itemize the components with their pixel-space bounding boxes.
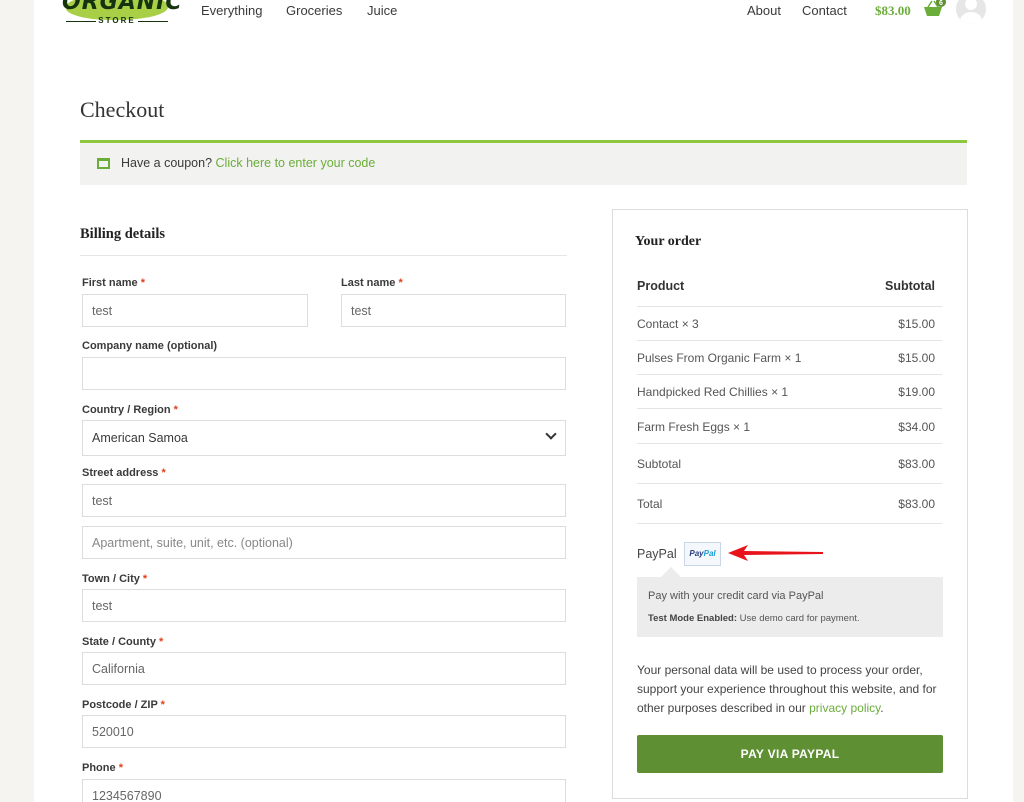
store-logo[interactable]: ORGANIC STORE [62,0,183,32]
order-divider [637,340,942,341]
chevron-down-icon [545,428,557,440]
order-item-amount: $15.00 [898,317,935,331]
cart-total[interactable]: $83.00 [875,3,911,19]
country-select[interactable]: American Samoa [82,420,566,456]
user-avatar[interactable] [956,0,986,24]
order-item-amount: $15.00 [898,351,935,365]
paypal-logo-icon: PayPal [684,542,721,566]
nav-everything[interactable]: Everything [201,3,262,18]
last-name-label: Last name * [341,277,403,289]
coupon-prompt: Have a coupon? [121,156,213,170]
order-divider [637,443,942,444]
order-divider [637,523,942,524]
state-label: State / County * [82,636,164,648]
company-label: Company name (optional) [82,340,218,352]
paypal-method-label[interactable]: PayPal [637,547,677,561]
last-name-field[interactable]: test [341,294,566,327]
payment-description: Pay with your credit card via PayPal [648,590,824,602]
state-field[interactable]: California [82,652,566,685]
coupon-text: Have a coupon? Click here to enter your … [121,156,375,170]
order-divider [637,483,942,484]
col-product-header: Product [637,279,685,293]
nav-contact[interactable]: Contact [802,3,847,18]
page-title: Checkout [80,97,165,122]
pay-via-paypal-button[interactable]: PAY VIA PAYPAL [637,735,943,773]
privacy-policy-link[interactable]: privacy policy [809,701,880,715]
subtotal-label: Subtotal [637,457,682,471]
coupon-notice: Have a coupon? Click here to enter your … [80,140,967,185]
logo-text: ORGANIC [62,0,183,15]
apartment-field[interactable]: Apartment, suite, unit, etc. (optional) [82,526,566,559]
order-divider [637,408,942,409]
calendar-icon [97,158,110,169]
nav-groceries[interactable]: Groceries [286,3,342,18]
order-divider [637,306,942,307]
order-divider [637,374,942,375]
red-arrow-icon [728,545,823,561]
order-item-name: Contact × 3 [637,317,699,331]
total-label: Total [637,497,663,511]
basket-icon[interactable]: 6 [922,0,948,18]
billing-divider [80,255,567,256]
first-name-label: First name * [82,277,145,289]
order-item-name: Handpicked Red Chillies × 1 [637,385,789,399]
city-field[interactable]: test [82,589,566,622]
page-margin [1013,0,1024,802]
billing-title: Billing details [80,226,166,242]
postcode-label: Postcode / ZIP * [82,699,165,711]
company-field[interactable] [82,357,566,390]
privacy-notice: Your personal data will be used to proce… [637,663,937,715]
phone-field[interactable]: 1234567890 [82,779,566,802]
nav-about[interactable]: About [747,3,781,18]
street-field[interactable]: test [82,484,566,517]
order-item-name: Farm Fresh Eggs × 1 [637,420,751,434]
nav-juice[interactable]: Juice [367,3,397,18]
first-name-field[interactable]: test [82,294,308,327]
payment-description-box [637,577,943,637]
street-label: Street address * [82,467,166,479]
country-value: American Samoa [92,431,188,445]
col-subtotal-header: Subtotal [885,279,935,293]
order-item-amount: $34.00 [898,420,935,434]
cart-count-badge: 6 [939,0,943,7]
logo-rule-right [138,21,168,22]
city-label: Town / City * [82,573,148,585]
test-mode-notice: Test Mode Enabled: Use demo card for pay… [648,613,860,624]
avatar-body [960,12,982,24]
order-title: Your order [635,234,702,249]
order-item-amount: $19.00 [898,385,935,399]
avatar-head [965,0,977,10]
subtotal-value: $83.00 [898,457,935,471]
coupon-link[interactable]: Click here to enter your code [216,156,376,170]
payment-box-notch [661,567,681,577]
phone-label: Phone * [82,762,123,774]
total-value: $83.00 [898,497,935,511]
country-label: Country / Region * [82,404,178,416]
order-item-name: Pulses From Organic Farm × 1 [637,351,802,365]
postcode-field[interactable]: 520010 [82,715,566,748]
